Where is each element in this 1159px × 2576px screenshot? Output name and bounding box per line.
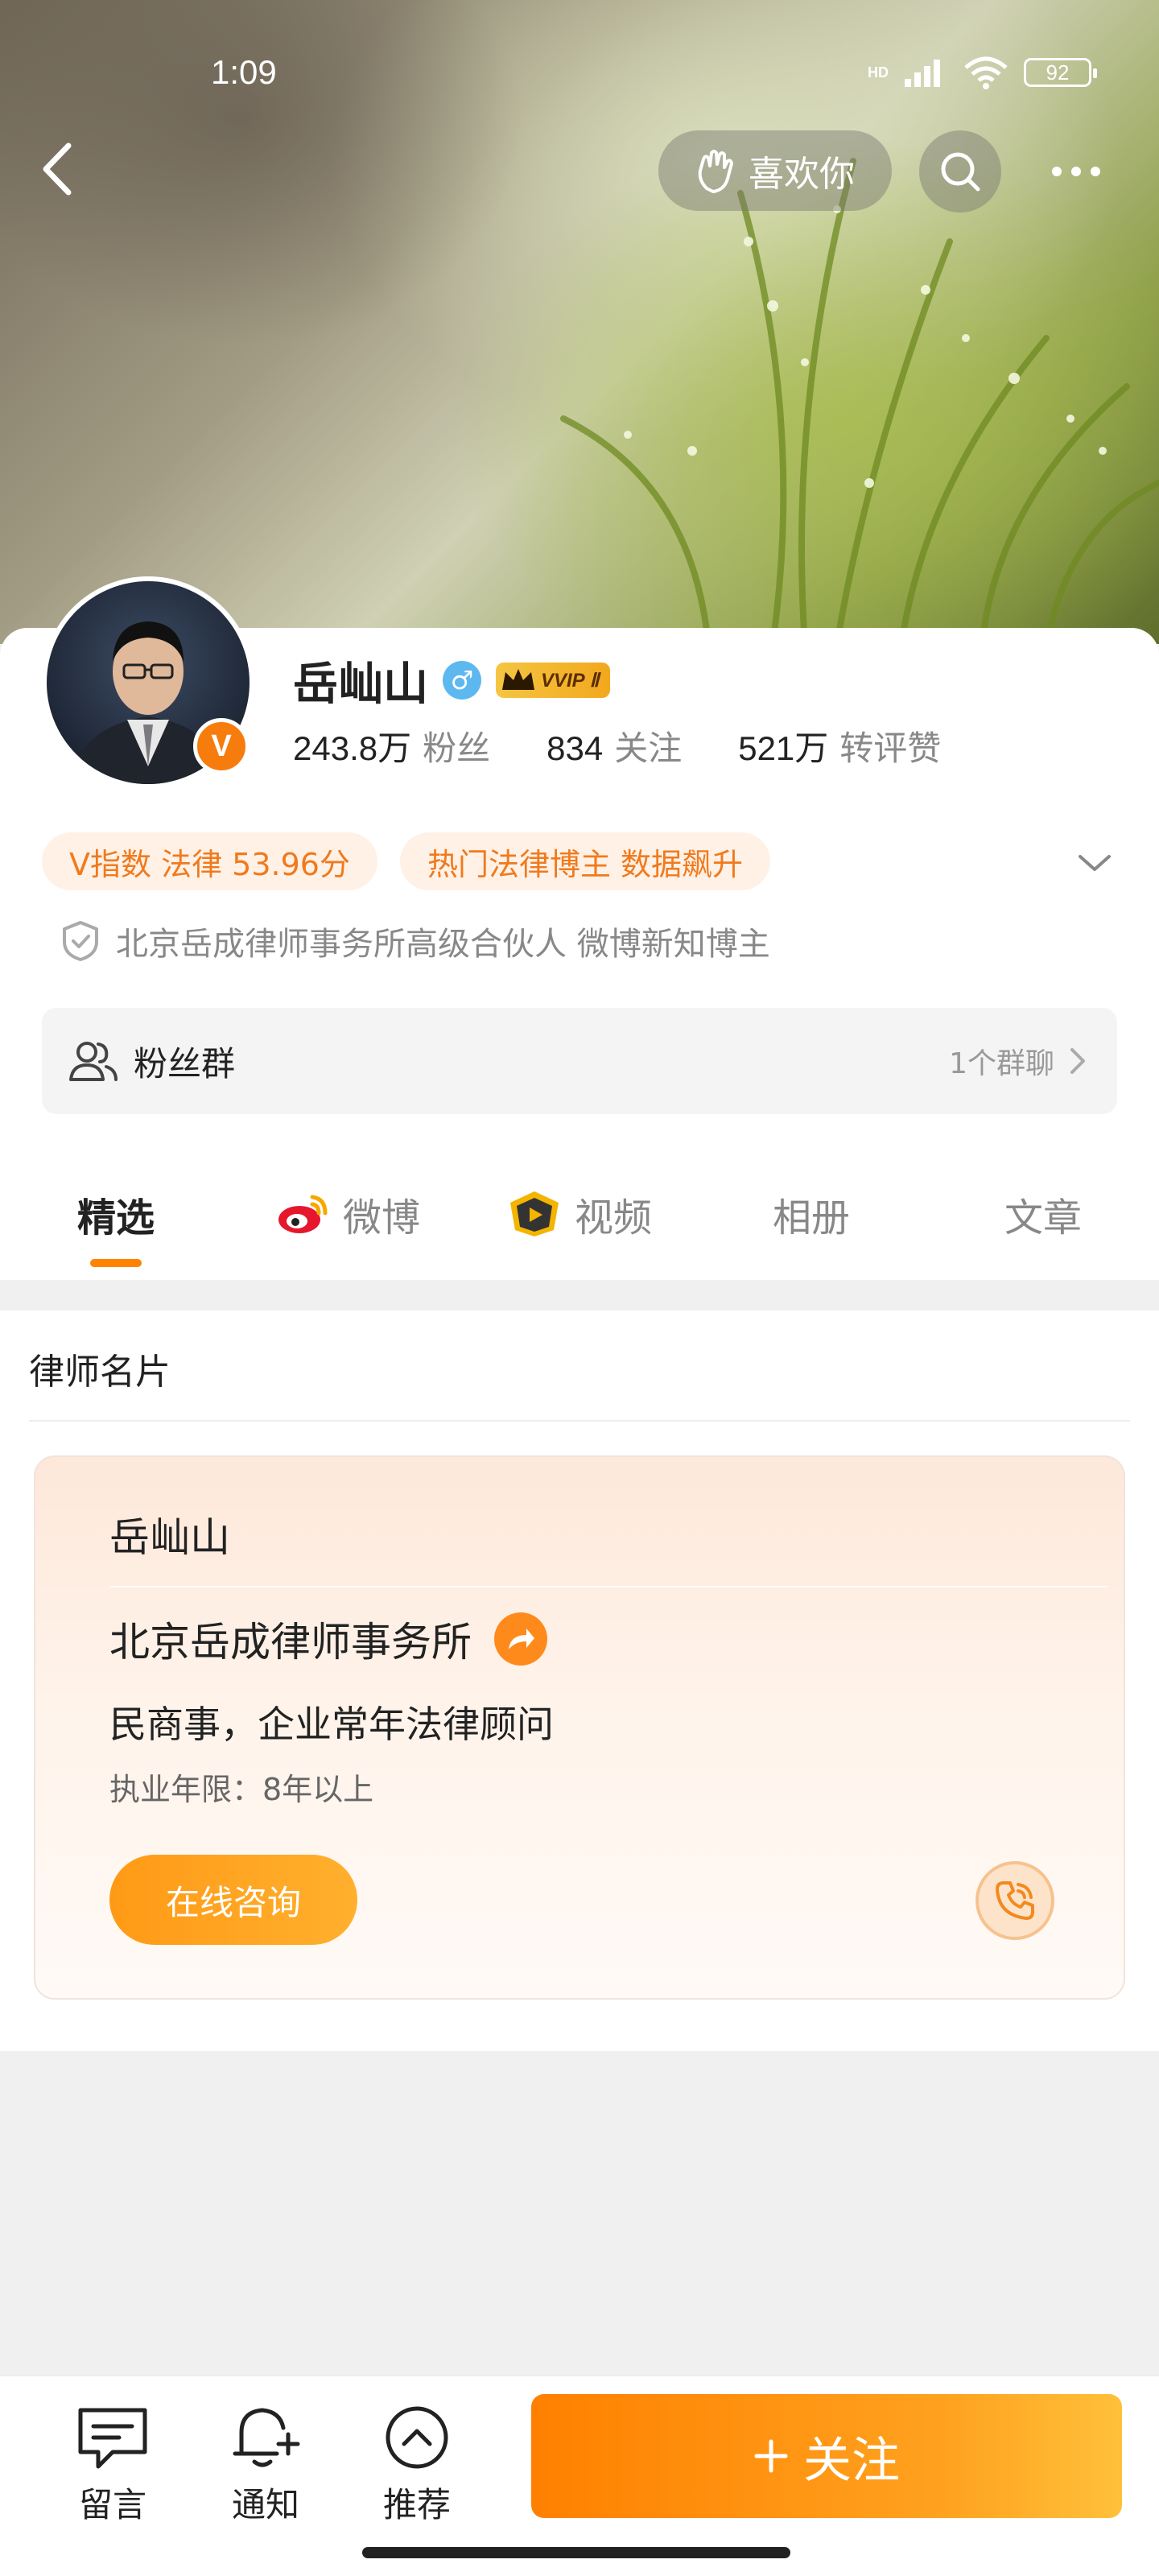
practice-area: 民商事，企业常年法律顾问 <box>109 1703 554 1746</box>
recommend-button[interactable]: 推荐 <box>353 2404 481 2527</box>
practice-years: 执业年限：8年以上 <box>109 1772 374 1807</box>
shield-check-icon <box>63 921 98 961</box>
follow-button[interactable]: 关注 <box>531 2394 1122 2518</box>
expand-tags-button[interactable] <box>1075 844 1114 882</box>
share-arrow-icon[interactable] <box>494 1612 547 1666</box>
like-you-label: 喜欢你 <box>749 154 855 195</box>
stat-label: 粉丝 <box>423 729 491 768</box>
verification-row: 北京岳成律师事务所高级合伙人 微博新知博主 <box>61 918 770 964</box>
stat-label: 转评赞 <box>839 729 942 768</box>
battery-indicator: 92 <box>1024 58 1097 87</box>
network-label: HD <box>868 64 889 80</box>
tab-articles[interactable]: 文章 <box>927 1143 1159 1285</box>
cellular-signal-icon <box>905 60 940 87</box>
chevron-down-icon <box>1079 855 1111 871</box>
stat-following[interactable]: 834 关注 <box>547 721 682 770</box>
message-icon <box>78 2408 147 2469</box>
fans-group-label: 粉丝群 <box>134 1043 236 1084</box>
name-row: 岳屾山 ♂ VVIP Ⅱ <box>293 644 611 716</box>
tab-label: 相册 <box>772 1195 850 1241</box>
search-button[interactable] <box>919 130 1001 213</box>
lawyer-name: 岳屾山 <box>109 1514 230 1561</box>
home-indicator[interactable] <box>362 2547 790 2558</box>
stat-value: 521万 <box>738 729 829 767</box>
plus-icon <box>754 2439 788 2473</box>
law-firm-row[interactable]: 北京岳成律师事务所 <box>109 1610 547 1668</box>
notify-label: 通知 <box>231 2485 299 2524</box>
tab-album[interactable]: 相册 <box>695 1143 927 1285</box>
online-consult-button[interactable]: 在线咨询 <box>109 1855 357 1945</box>
more-dots-icon <box>1052 167 1100 176</box>
bottom-action-bar: 留言 通知 推荐 关注 <box>0 2375 1159 2576</box>
crown-icon <box>502 669 534 690</box>
bell-plus-icon <box>233 2408 300 2467</box>
tab-weibo[interactable]: 微博 <box>232 1143 464 1285</box>
group-people-icon <box>69 1042 118 1081</box>
back-button[interactable] <box>29 137 85 201</box>
stat-reposts-comments-likes[interactable]: 521万 转评赞 <box>738 721 941 770</box>
message-button[interactable]: 留言 <box>48 2404 177 2527</box>
more-options-button[interactable] <box>1035 130 1117 213</box>
tab-label: 文章 <box>1004 1195 1082 1241</box>
fans-group-row[interactable]: 粉丝群 1个群聊 <box>42 1008 1117 1114</box>
tab-video[interactable]: 视频 <box>464 1143 695 1285</box>
video-icon <box>509 1191 559 1236</box>
lawyer-business-card[interactable]: 岳屾山 北京岳成律师事务所 民商事，企业常年法律顾问 执业年限：8年以上 在线咨… <box>34 1455 1125 2000</box>
hot-blogger-tag[interactable]: 热门法律博主 数据飙升 <box>399 832 771 890</box>
message-label: 留言 <box>78 2485 146 2524</box>
profile-banner: 1:09 HD 92 喜欢你 <box>0 0 1159 644</box>
vvip-label: VVIP Ⅱ <box>541 669 600 691</box>
profile-tabs: 精选 微博 视频 相册 文章 <box>0 1143 1159 1285</box>
vvip-badge[interactable]: VVIP Ⅱ <box>496 663 611 698</box>
weibo-icon <box>278 1195 328 1233</box>
divider <box>109 1586 1107 1587</box>
section-title: 律师名片 <box>29 1352 171 1393</box>
stat-followers[interactable]: 243.8万 粉丝 <box>293 721 490 770</box>
v-index-tag[interactable]: V指数 法律 53.96分 <box>42 832 377 890</box>
verified-v-badge: V <box>193 718 250 774</box>
stat-label: 关注 <box>614 729 683 768</box>
tab-label: 微博 <box>342 1195 420 1241</box>
recommend-label: 推荐 <box>382 2485 451 2524</box>
search-icon <box>941 152 980 192</box>
profile-tags: V指数 法律 53.96分 热门法律博主 数据飙升 <box>42 832 771 890</box>
stat-value: 243.8万 <box>293 729 412 767</box>
phone-icon <box>996 1881 1034 1920</box>
tab-label: 精选 <box>76 1195 155 1241</box>
call-button[interactable] <box>975 1861 1054 1940</box>
wifi-icon <box>964 56 1008 89</box>
hand-wave-icon <box>698 150 733 193</box>
status-icons: HD 92 <box>868 55 1097 90</box>
law-firm-name: 北京岳成律师事务所 <box>109 1619 472 1666</box>
chevron-up-circle-icon <box>386 2406 448 2469</box>
forward-arrow-icon <box>509 1629 534 1649</box>
status-bar: 1:09 HD 92 <box>0 48 1159 105</box>
follow-label: 关注 <box>803 2432 900 2489</box>
back-arrow-icon <box>43 142 72 196</box>
stat-value: 834 <box>547 729 604 767</box>
chevron-right-icon <box>1070 1048 1085 1074</box>
tab-featured[interactable]: 精选 <box>0 1143 232 1285</box>
avatar-container[interactable]: V <box>42 576 254 789</box>
divider <box>29 1420 1130 1422</box>
notify-button[interactable]: 通知 <box>201 2404 330 2527</box>
lawyer-card-section: 律师名片 岳屾山 北京岳成律师事务所 民商事，企业常年法律顾问 执业年限：8年以… <box>0 1311 1159 2051</box>
fans-group-count: 1个群聊 <box>949 1047 1054 1080</box>
profile-name: 岳屾山 <box>293 658 428 711</box>
profile-stats: 243.8万 粉丝 834 关注 521万 转评赞 <box>293 721 941 770</box>
male-gender-icon: ♂ <box>443 661 481 700</box>
verification-text: 北京岳成律师事务所高级合伙人 微博新知博主 <box>116 926 770 963</box>
like-you-button[interactable]: 喜欢你 <box>658 130 892 211</box>
tab-label: 视频 <box>574 1195 652 1241</box>
status-time: 1:09 <box>211 53 277 91</box>
